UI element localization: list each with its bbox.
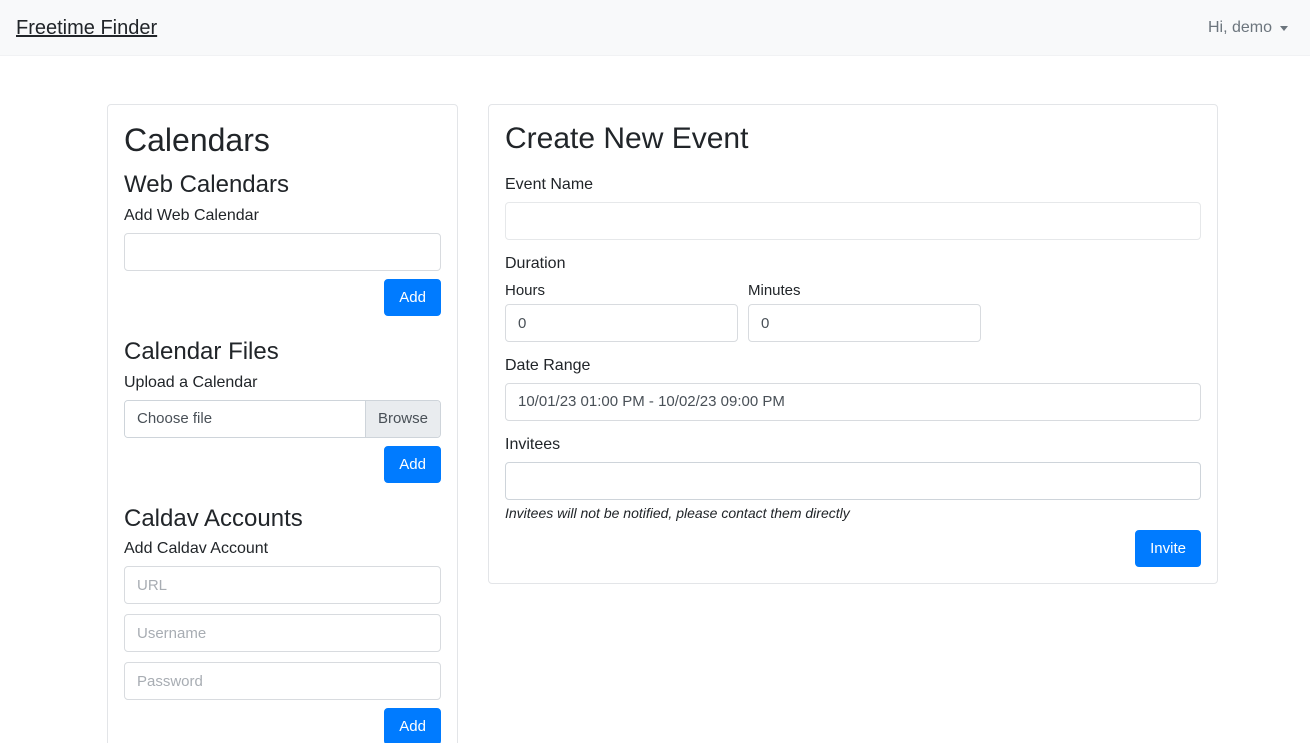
date-range-input[interactable] [505, 382, 1201, 421]
caldav-accounts-heading: Caldav Accounts [124, 504, 303, 532]
user-greeting-label: Hi, demo [1207, 18, 1272, 36]
invitees-group: Invitees Invitees will not be notified, … [505, 435, 1201, 567]
caldav-accounts-section: Caldav Accounts Add Caldav Account Add [124, 505, 441, 743]
duration-inputs-row: Hours Minutes [505, 281, 1201, 343]
create-event-title: Create New Event [505, 122, 749, 155]
calendar-files-section: Calendar Files Upload a Calendar Choose … [124, 338, 441, 483]
invite-button[interactable]: Invite [1135, 529, 1201, 567]
user-menu-dropdown[interactable]: Hi, demo [1208, 19, 1294, 37]
caldav-url-input[interactable] [124, 566, 441, 605]
add-caldav-account-button[interactable]: Add [384, 708, 441, 743]
invitees-help-text: Invitees will not be notified, please co… [505, 504, 850, 521]
duration-minutes-input[interactable] [748, 304, 981, 343]
add-web-calendar-button[interactable]: Add [384, 278, 441, 316]
add-web-calendar-label: Add Web Calendar [124, 207, 259, 225]
calendars-card-body: Calendars Web Calendars Add Web Calendar… [108, 105, 457, 743]
caldav-password-input[interactable] [124, 662, 441, 701]
calendar-files-heading: Calendar Files [124, 337, 279, 365]
web-calendars-heading: Web Calendars [124, 171, 289, 199]
invitees-label: Invitees [505, 435, 561, 453]
calendar-file-action-row: Add [124, 445, 441, 483]
duration-label: Duration [505, 254, 566, 272]
duration-hours-input[interactable] [505, 304, 738, 343]
upload-calendar-label: Upload a Calendar [124, 373, 258, 391]
event-name-label: Event Name [505, 176, 594, 193]
create-event-card: Create New Event Event Name Duration Hou… [488, 104, 1218, 584]
caldav-url-wrapper [124, 566, 441, 605]
date-range-group: Date Range [505, 356, 1201, 421]
add-calendar-file-button[interactable]: Add [384, 445, 441, 483]
browse-file-button[interactable]: Browse [364, 400, 440, 437]
caldav-action-row: Add [124, 708, 441, 743]
invitees-input[interactable] [505, 461, 1201, 500]
top-navbar: Freetime Finder Hi, demo [0, 0, 1310, 56]
duration-minutes-label: Minutes [748, 281, 801, 299]
event-name-group: Event Name [505, 175, 1201, 240]
calendars-title: Calendars [124, 122, 270, 158]
duration-minutes-col: Minutes [748, 281, 981, 343]
web-calendar-action-row: Add [124, 278, 441, 316]
create-event-card-body: Create New Event Event Name Duration Hou… [489, 105, 1217, 583]
chosen-file-name: Choose file [125, 400, 365, 437]
add-caldav-account-label: Add Caldav Account [124, 540, 269, 558]
web-calendar-url-input[interactable] [124, 232, 441, 271]
calendars-card: Calendars Web Calendars Add Web Calendar… [107, 104, 458, 743]
duration-hours-col: Hours [505, 281, 738, 343]
caldav-username-input[interactable] [124, 614, 441, 653]
caldav-username-wrapper [124, 614, 441, 653]
main-content: Calendars Web Calendars Add Web Calendar… [0, 56, 1310, 743]
event-name-input[interactable] [505, 201, 1201, 240]
calendar-file-input-group[interactable]: Choose file Browse [124, 399, 441, 438]
caldav-password-wrapper [124, 662, 441, 701]
chevron-down-icon [1280, 26, 1288, 31]
web-calendars-section: Web Calendars Add Web Calendar Add [124, 171, 441, 316]
duration-group: Duration Hours Minutes [505, 254, 1201, 343]
date-range-label: Date Range [505, 357, 591, 375]
navbar-brand[interactable]: Freetime Finder [16, 18, 157, 38]
invite-action-row: Invite [505, 529, 1201, 567]
duration-hours-label: Hours [505, 281, 546, 299]
